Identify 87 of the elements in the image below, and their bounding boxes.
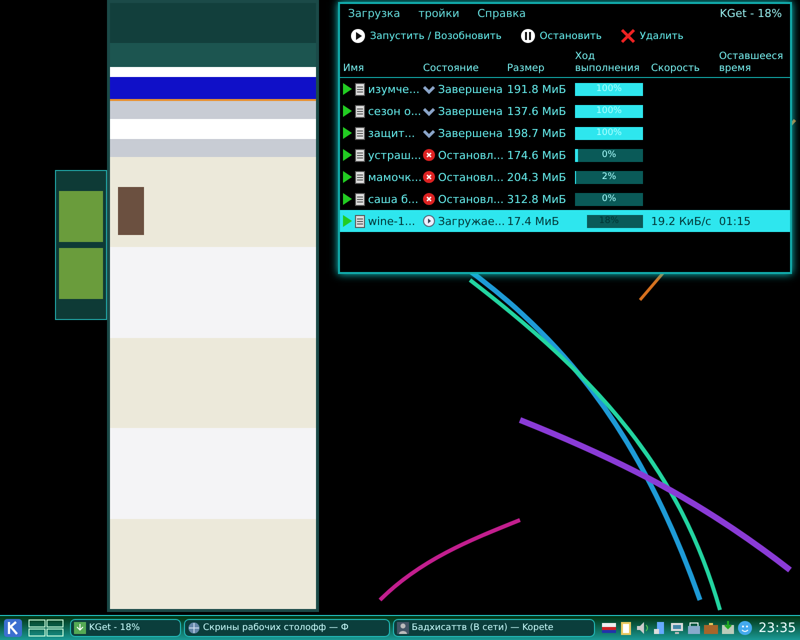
- status-text: Остановл...: [438, 148, 504, 162]
- download-icon: [74, 622, 86, 634]
- taskbar-button[interactable]: KGet - 18%: [70, 619, 181, 638]
- game-window-drawing[interactable]: [55, 170, 107, 320]
- column-header[interactable]: Скорость: [648, 63, 716, 75]
- file-name: сезон о...: [368, 104, 422, 118]
- monitor-icon[interactable]: [668, 620, 685, 636]
- toolbar-button[interactable]: Остановить: [516, 26, 606, 46]
- time-remaining: 01:15: [719, 214, 751, 228]
- toolbar-button[interactable]: Удалить: [616, 26, 688, 46]
- menu-item[interactable]: тройки: [418, 7, 460, 20]
- status-text: Остановл...: [438, 170, 504, 184]
- document-icon: [355, 170, 365, 184]
- file-name: wine-1...: [368, 214, 416, 228]
- download-row[interactable]: устраш... Остановл... 174.6 МиБ 0%: [340, 144, 790, 166]
- column-header[interactable]: Ход выполнения: [572, 51, 648, 75]
- file-name: саша б...: [368, 192, 418, 206]
- stop-icon: [423, 193, 435, 205]
- download-row[interactable]: защит... Завершена 198.7 МиБ 100%: [340, 122, 790, 144]
- globe-icon: [188, 622, 200, 634]
- status-text: Остановл...: [438, 192, 504, 206]
- briefcase-icon[interactable]: [702, 620, 719, 636]
- download-row[interactable]: изумче... Завершена 191.8 МиБ 100%: [340, 78, 790, 100]
- checkmark-icon: [423, 127, 435, 139]
- file-name: мамочк...: [368, 170, 422, 184]
- file-name: устраш...: [368, 148, 422, 162]
- stop-icon: [423, 149, 435, 161]
- play-icon[interactable]: [343, 171, 352, 183]
- size-text: 204.3 МиБ: [507, 170, 566, 184]
- progress-percent: 2%: [602, 172, 616, 182]
- status-text: Загружае...: [438, 214, 505, 228]
- progress-percent: 0%: [602, 150, 616, 160]
- status-text: Завершена: [438, 82, 503, 96]
- browser-window-drawing[interactable]: [107, 0, 319, 612]
- column-header[interactable]: Имя: [340, 63, 420, 75]
- status-text: Завершена: [438, 104, 503, 118]
- checkmark-icon: [423, 105, 435, 117]
- column-header[interactable]: Размер: [504, 63, 572, 75]
- play-icon: [350, 28, 366, 44]
- size-text: 312.8 МиБ: [507, 192, 566, 206]
- k-menu-icon[interactable]: [4, 619, 22, 638]
- document-icon: [355, 82, 365, 96]
- download-row[interactable]: сезон о... Завершена 137.6 МиБ 100%: [340, 100, 790, 122]
- checkmark-icon: [423, 83, 435, 95]
- play-icon[interactable]: [343, 193, 352, 205]
- contact-icon: [396, 622, 409, 634]
- play-icon[interactable]: [343, 83, 352, 95]
- document-icon: [355, 214, 365, 228]
- play-icon[interactable]: [343, 149, 352, 161]
- menu-item[interactable]: Справка: [477, 7, 526, 20]
- progress-percent: 0%: [602, 194, 616, 204]
- progress-percent: 100%: [596, 128, 622, 138]
- delete-icon: [620, 28, 636, 44]
- document-icon: [355, 148, 365, 162]
- document-icon: [355, 104, 365, 118]
- toolbar-button[interactable]: Запустить / Возобновить: [346, 26, 506, 46]
- smiley-icon[interactable]: [736, 620, 753, 636]
- speed-text: 19.2 КиБ/с: [651, 214, 712, 228]
- play-icon[interactable]: [343, 127, 352, 139]
- desktop-pager-icon[interactable]: [28, 619, 64, 638]
- size-text: 17.4 МиБ: [507, 214, 560, 228]
- size-text: 137.6 МиБ: [507, 104, 566, 118]
- size-text: 191.8 МиБ: [507, 82, 566, 96]
- taskbar-button[interactable]: Бадхисаттв (В сети) — Kopete: [392, 619, 595, 638]
- download-row[interactable]: саша б... Остановл... 312.8 МиБ 0%: [340, 188, 790, 210]
- clock: 23:35: [758, 620, 796, 636]
- file-name: изумче...: [368, 82, 420, 96]
- pause-icon: [520, 28, 536, 44]
- file-name: защит...: [368, 126, 415, 140]
- document-icon: [355, 126, 365, 140]
- status-text: Завершена: [438, 126, 503, 140]
- document-icon: [355, 192, 365, 206]
- download-row[interactable]: мамочк... Остановл... 204.3 МиБ 2%: [340, 166, 790, 188]
- progress-percent: 100%: [596, 84, 622, 94]
- taskbar-button[interactable]: Скрины рабочих столофф — Ф: [184, 619, 390, 638]
- play-icon[interactable]: [343, 105, 352, 117]
- size-text: 174.6 МиБ: [507, 148, 566, 162]
- window-title: KGet - 18%: [720, 7, 782, 20]
- size-text: 198.7 МиБ: [507, 126, 566, 140]
- stop-icon: [423, 171, 435, 183]
- speaker-icon[interactable]: [634, 620, 651, 636]
- column-header[interactable]: Состояние: [420, 63, 504, 75]
- progress-percent: 100%: [596, 106, 622, 116]
- package-icon[interactable]: [720, 620, 736, 636]
- play-icon: [423, 215, 435, 227]
- menu-item[interactable]: Загрузка: [348, 7, 400, 20]
- column-header[interactable]: Оставшееся время: [716, 51, 784, 75]
